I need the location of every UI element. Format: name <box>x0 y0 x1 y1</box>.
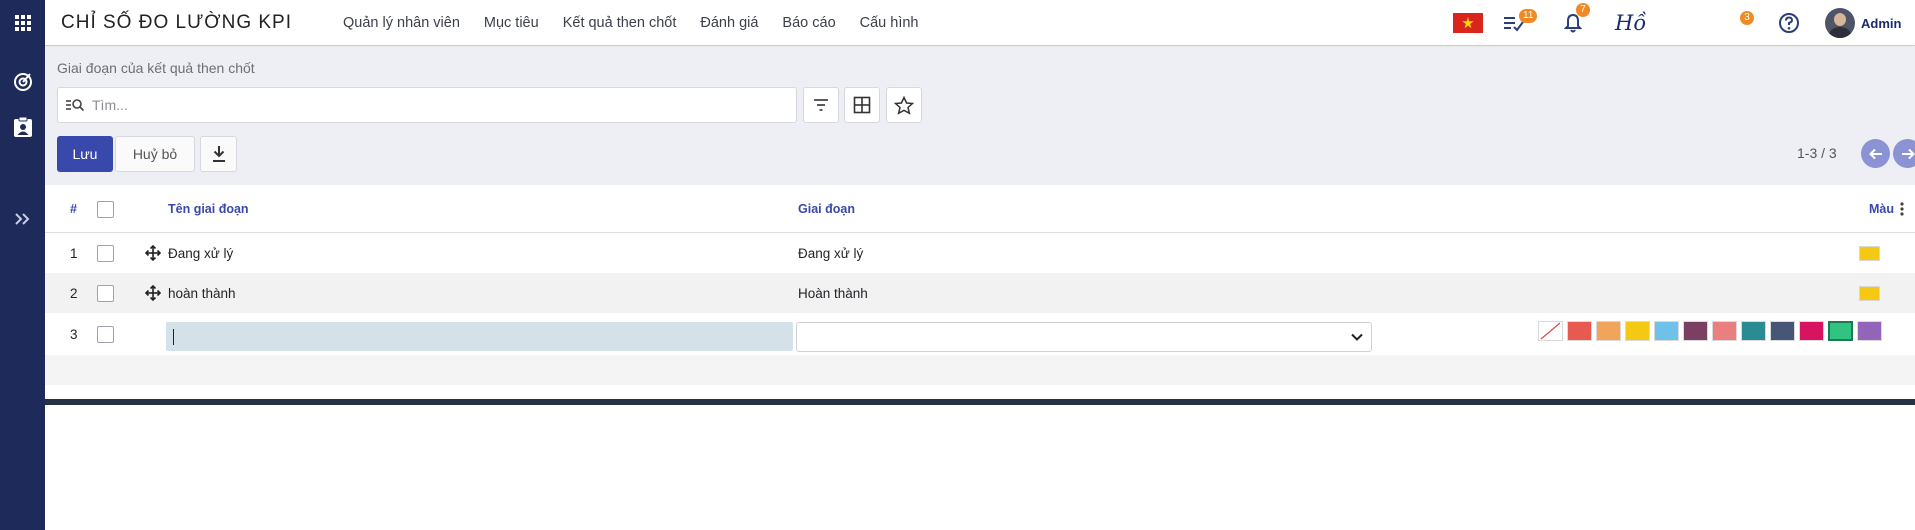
color-option[interactable] <box>1596 321 1621 341</box>
activity-count-badge: 11 <box>1519 9 1538 23</box>
arrow-left-icon <box>1868 148 1882 159</box>
group-by-button[interactable] <box>844 87 880 123</box>
arrow-right-icon <box>1901 148 1915 159</box>
color-option[interactable] <box>1828 321 1853 341</box>
left-rail <box>0 0 45 530</box>
pager-next-button[interactable] <box>1893 139 1915 168</box>
filter-button[interactable] <box>803 87 839 123</box>
save-button[interactable]: Lưu <box>57 136 113 172</box>
text-cursor <box>173 328 174 345</box>
stage-cell[interactable]: Hoàn thành <box>798 273 868 313</box>
target-icon[interactable] <box>0 69 45 93</box>
row-checkbox[interactable] <box>97 273 114 313</box>
list-footer-bar <box>45 399 1915 405</box>
drag-handle-icon[interactable] <box>145 233 161 273</box>
color-option-none[interactable] <box>1538 321 1563 341</box>
color-option[interactable] <box>1712 321 1737 341</box>
stage-cell[interactable]: Đang xử lý <box>798 233 863 273</box>
color-option[interactable] <box>1770 321 1795 341</box>
filter-icon <box>814 99 828 111</box>
stage-name-cell[interactable]: Đang xử lý <box>168 233 233 273</box>
row-index: 1 <box>70 245 78 261</box>
color-option[interactable] <box>1567 321 1592 341</box>
search-filter-icon <box>58 98 92 112</box>
help-circle-icon <box>1779 13 1799 33</box>
star-icon <box>894 95 914 115</box>
signature-text: Hồ <box>1615 11 1647 35</box>
menu-item-configuration[interactable]: Cấu hình <box>860 15 919 31</box>
language-flag[interactable] <box>1453 0 1483 46</box>
column-header-index: # <box>70 202 77 216</box>
avatar <box>1825 8 1855 38</box>
stage-select[interactable] <box>796 322 1372 352</box>
download-icon <box>212 146 225 162</box>
top-navbar: CHỈ SỐ ĐO LƯỜNG KPI Quản lý nhân viên Mụ… <box>45 0 1915 46</box>
stage-name-input[interactable] <box>166 322 793 351</box>
table-row[interactable]: 1 Đang xử lý Đang xử lý <box>45 233 1915 273</box>
export-button[interactable] <box>200 136 237 172</box>
color-option[interactable] <box>1625 321 1650 341</box>
user-menu[interactable]: Admin <box>1825 0 1901 46</box>
color-cell[interactable] <box>1859 273 1880 313</box>
table-row[interactable]: 2 hoàn thành Hoàn thành <box>45 273 1915 313</box>
breadcrumb: Giai đoạn của kết quả then chốt <box>57 60 255 76</box>
search-input[interactable] <box>92 97 772 113</box>
color-swatch <box>1859 245 1880 261</box>
help-button[interactable] <box>1778 0 1800 46</box>
list-view: # Tên giai đoạn Giai đoạn Màu 1 Đang xử … <box>45 185 1915 405</box>
color-palette <box>1538 321 1886 341</box>
row-checkbox[interactable] <box>97 233 114 273</box>
column-header-name[interactable]: Tên giai đoạn <box>168 185 249 233</box>
pager-value[interactable]: 1-3 / 3 <box>1797 145 1837 161</box>
color-option[interactable] <box>1799 321 1824 341</box>
pager-previous-button[interactable] <box>1861 139 1890 168</box>
row-index: 3 <box>70 326 78 342</box>
color-cell[interactable] <box>1859 233 1880 273</box>
control-panel: Giai đoạn của kết quả then chốt Lưu Huỷ … <box>45 47 1915 185</box>
column-header-stage[interactable]: Giai đoạn <box>798 185 855 233</box>
clipboard-user-icon[interactable] <box>0 115 45 139</box>
color-option[interactable] <box>1857 321 1882 341</box>
menu-item-objectives[interactable]: Mục tiêu <box>484 15 539 31</box>
menu-item-employees[interactable]: Quản lý nhân viên <box>343 15 460 31</box>
select-all-checkbox[interactable] <box>97 185 114 233</box>
apps-grid-icon[interactable] <box>0 12 45 34</box>
drag-handle-icon[interactable] <box>145 273 161 313</box>
color-option[interactable] <box>1683 321 1708 341</box>
vietnam-flag-icon <box>1453 13 1483 33</box>
chat-count-badge: 3 <box>1740 11 1754 25</box>
menu-item-key-results[interactable]: Kết quả then chốt <box>563 15 677 31</box>
expand-chevrons-icon[interactable] <box>0 209 45 229</box>
activity-menu[interactable]: 11 <box>1503 0 1538 46</box>
row-checkbox[interactable] <box>97 313 114 355</box>
search-bar <box>57 87 797 123</box>
stage-name-cell[interactable]: hoàn thành <box>168 273 236 313</box>
column-header-color[interactable]: Màu <box>1869 185 1894 233</box>
optional-columns-toggle[interactable] <box>1900 185 1904 233</box>
main-menu: Quản lý nhân viên Mục tiêu Kết quả then … <box>343 0 943 46</box>
kebab-menu-icon <box>1900 202 1904 216</box>
table-header: # Tên giai đoạn Giai đoạn Màu <box>45 185 1915 233</box>
menu-item-reports[interactable]: Báo cáo <box>782 15 835 31</box>
cancel-button[interactable]: Huỷ bỏ <box>115 136 195 172</box>
signature: Hồ <box>1615 0 1646 46</box>
color-option[interactable] <box>1741 321 1766 341</box>
table-row-editing[interactable]: 3 <box>45 313 1915 355</box>
user-name: Admin <box>1861 15 1902 31</box>
app-title[interactable]: CHỈ SỐ ĐO LƯỜNG KPI <box>61 12 292 34</box>
grid-icon <box>853 96 871 114</box>
color-option[interactable] <box>1654 321 1679 341</box>
row-index: 2 <box>70 285 78 301</box>
notification-count-badge: 7 <box>1576 3 1590 17</box>
chevron-down-icon <box>1351 333 1363 341</box>
notifications[interactable]: 7 <box>1564 0 1590 46</box>
favorites-button[interactable] <box>886 87 922 123</box>
menu-item-evaluation[interactable]: Đánh giá <box>700 15 758 31</box>
color-swatch <box>1859 285 1880 301</box>
